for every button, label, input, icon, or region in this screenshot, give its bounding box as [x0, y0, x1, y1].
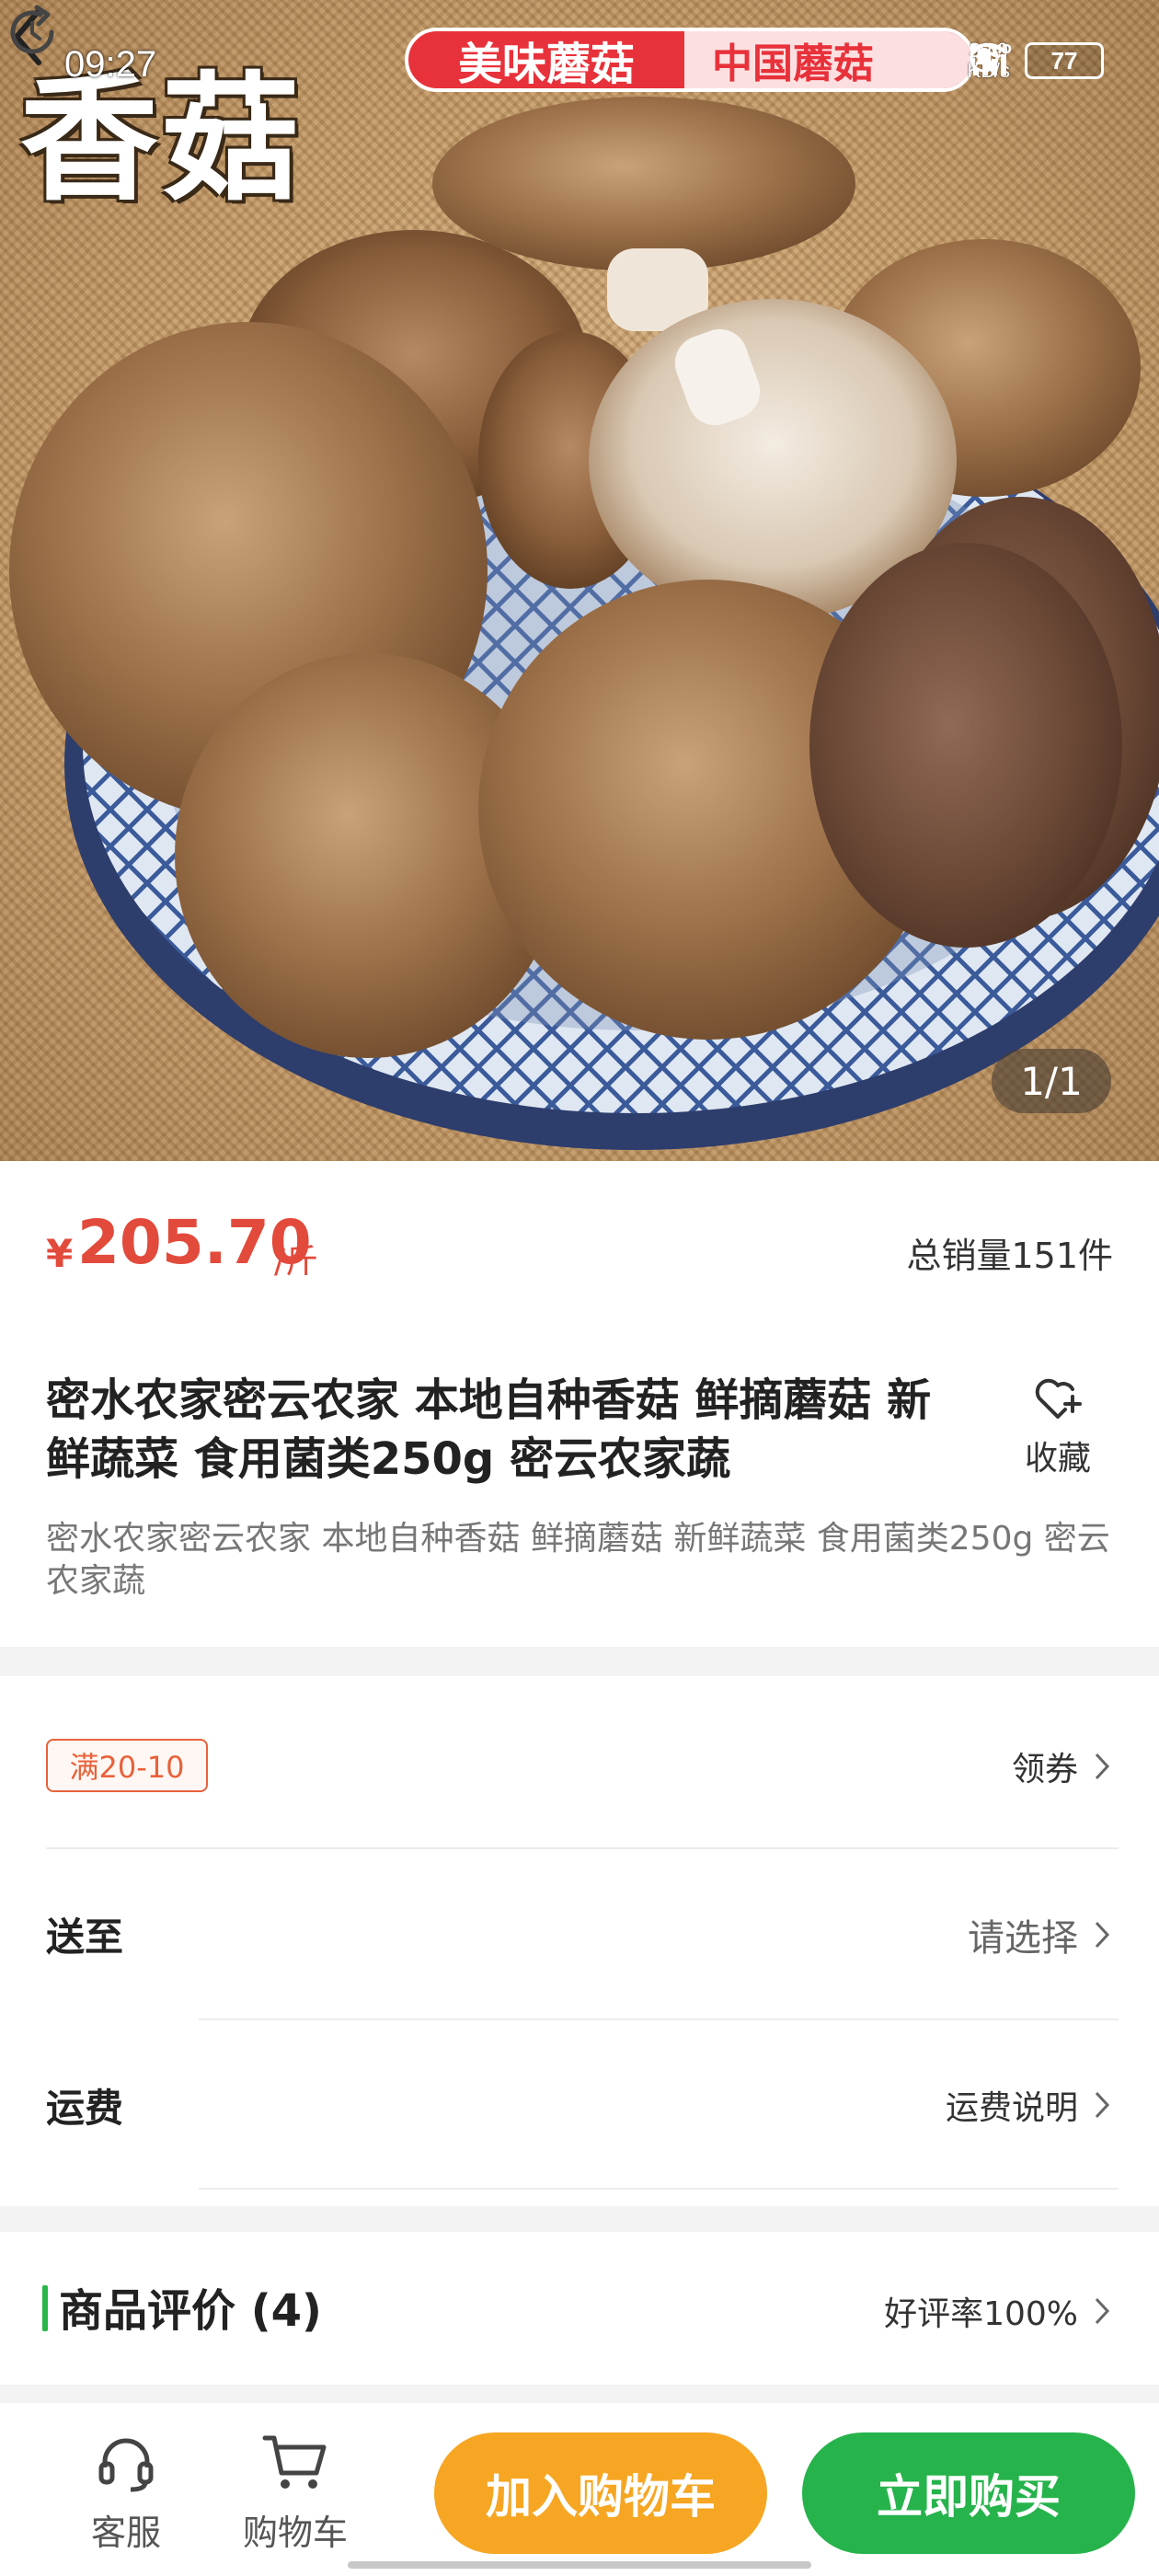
delivery-select[interactable]: 请选择 [968, 1908, 1111, 1961]
reviews-title: 商品评价 (4) [59, 2285, 322, 2337]
product-subtitle: 密水农家密云农家 本地自种香菇 鲜摘蘑菇 新鲜蔬菜 食用菌类250g 密云农家蔬 [46, 1520, 1110, 1600]
chevron-right-icon [1095, 2297, 1110, 2325]
favorite-label: 收藏 [1024, 1440, 1091, 1478]
price-currency: ¥ [46, 1231, 74, 1276]
image-counter: 1/1 [992, 1049, 1111, 1113]
price-unit: /斤 [274, 1243, 319, 1281]
shopping-cart-label: 购物车 [242, 2513, 348, 2553]
row-divider [46, 1847, 1119, 1849]
product-title: 密水农家密云农家 本地自种香菇 鲜摘蘑菇 新鲜蔬菜 食用菌类250g 密云农家蔬 [46, 1374, 932, 1485]
bottom-action-bar: 客服 购物车 加入购物车 立即购买 [0, 2403, 1159, 2576]
heart-plus-icon [1035, 1378, 1082, 1419]
review-accent-bar [42, 2285, 48, 2331]
customer-service-button[interactable]: 客服 [66, 2431, 186, 2555]
delivery-value: 请选择 [968, 1917, 1078, 1960]
total-sales: 总销量151件 [906, 1236, 1113, 1276]
claim-coupon-label: 领券 [1011, 1751, 1078, 1788]
customer-service-label: 客服 [90, 2513, 161, 2553]
home-indicator[interactable] [348, 2561, 811, 2569]
status-icons: 39.9 KB/s 5G HD 77 [968, 40, 1104, 81]
section-divider [0, 1647, 1159, 1676]
claim-coupon-button[interactable]: 领券 [1012, 1742, 1111, 1790]
coupon-badge: 满20-10 [46, 1739, 208, 1792]
cart-icon [262, 2435, 327, 2489]
reviews-rate: 好评率100% [884, 2295, 1078, 2333]
shipping-label: 运费 [46, 2086, 124, 2131]
shipping-value: 运费说明 [945, 2089, 1078, 2127]
delivery-label: 送至 [46, 1915, 124, 1960]
favorite-button[interactable]: 收藏 [1012, 1376, 1104, 1479]
reviews-link[interactable]: 好评率100% [884, 2287, 1111, 2335]
shipping-info-button[interactable]: 运费说明 [946, 2081, 1111, 2129]
row-divider [199, 2018, 1119, 2020]
chevron-right-icon [1095, 2091, 1110, 2119]
status-bar: 09:27 39.9 KB/s 5G HD [0, 37, 1159, 92]
section-divider [0, 2206, 1159, 2232]
price-row: ¥ 205.70 /斤 总销量151件 [46, 1207, 1113, 1290]
wifi-icon [970, 42, 1005, 71]
product-image[interactable]: 香菇 美味蘑菇 中国蘑菇 09:27 39.9 KB/s 5G HD [0, 0, 1159, 1161]
add-to-cart-button[interactable]: 加入购物车 [434, 2432, 767, 2554]
buy-now-button[interactable]: 立即购买 [802, 2432, 1135, 2554]
chevron-right-icon [1095, 1921, 1110, 1949]
battery-indicator: 77 [1025, 42, 1104, 79]
headset-icon [98, 2438, 154, 2492]
chevron-right-icon [1095, 1753, 1110, 1780]
row-divider [199, 2188, 1119, 2190]
status-time: 09:27 [64, 44, 157, 85]
refresh-share-icon[interactable] [0, 0, 64, 64]
section-divider [0, 2385, 1159, 2403]
shopping-cart-button[interactable]: 购物车 [235, 2431, 355, 2555]
